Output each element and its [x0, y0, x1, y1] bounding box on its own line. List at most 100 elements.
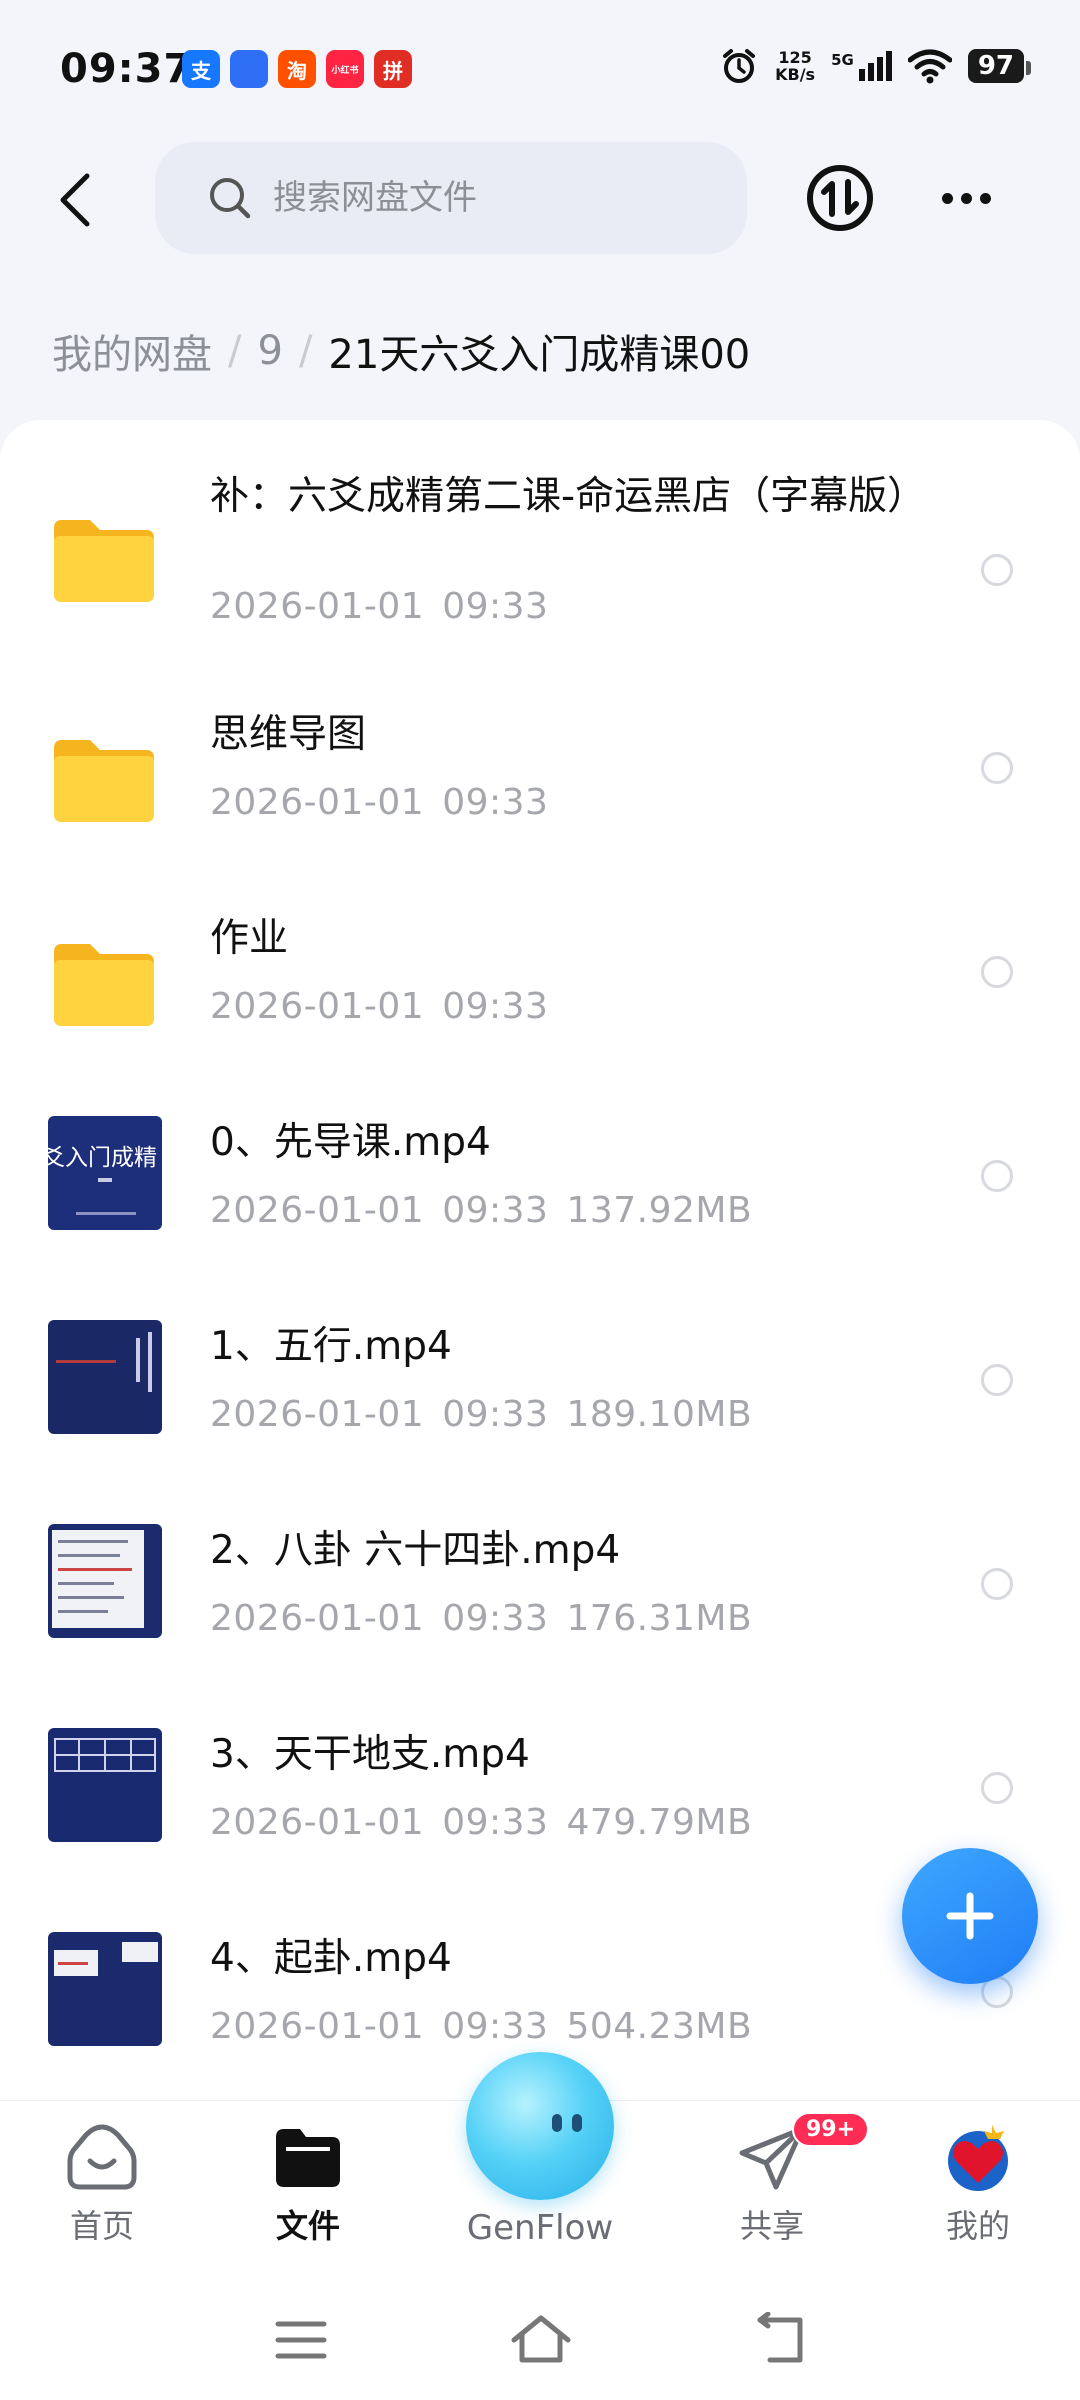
- file-date: 2026-01-01: [210, 1598, 425, 1639]
- file-row[interactable]: 2、八卦 六十四卦.mp4 2026-01-01 09:33 176.31MB: [0, 1524, 1080, 1676]
- nav-genflow-label[interactable]: GenFlow: [440, 2208, 640, 2248]
- folder-icon: [54, 520, 154, 602]
- select-checkbox[interactable]: [981, 1568, 1013, 1600]
- breadcrumb-separator: /: [228, 328, 242, 374]
- share-notification-badge: 99+: [792, 2112, 870, 2147]
- avatar: [948, 2125, 1008, 2191]
- status-indicators: 125 KB/s 5G 97: [719, 46, 1032, 86]
- file-meta: 2026-01-01 09:33: [210, 586, 566, 627]
- file-name: 3、天干地支.mp4: [210, 1732, 530, 1777]
- pinduoduo-icon: 拼: [374, 50, 412, 88]
- video-thumb: [48, 1320, 162, 1434]
- file-meta: 2026-01-01 09:33 504.23MB: [210, 2006, 770, 2047]
- genflow-eye-icon: [552, 2114, 562, 2132]
- status-time: 09:37: [60, 46, 193, 92]
- file-size: 137.92MB: [566, 1190, 753, 1231]
- file-time: 09:33: [442, 986, 549, 1027]
- select-checkbox[interactable]: [981, 956, 1013, 988]
- status-app-icons: 支 淘 小红书 拼: [182, 50, 412, 88]
- file-meta: 2026-01-01 09:33 176.31MB: [210, 1598, 770, 1639]
- more-dot-icon: [960, 192, 972, 204]
- select-checkbox[interactable]: [981, 554, 1013, 586]
- file-size: 176.31MB: [566, 1598, 753, 1639]
- xiaohongshu-icon: 小红书: [326, 50, 364, 88]
- file-date: 2026-01-01: [210, 1190, 425, 1231]
- file-time: 09:33: [442, 1598, 549, 1639]
- more-dot-icon: [941, 192, 953, 204]
- system-nav-bar: [0, 2280, 1080, 2400]
- recents-button[interactable]: [266, 2312, 336, 2368]
- cellular-signal-icon: 5G: [831, 51, 892, 81]
- system-back-button[interactable]: [746, 2311, 816, 2368]
- file-time: 09:33: [442, 782, 549, 823]
- video-thumbnail-image: [48, 1524, 162, 1638]
- back-icon: [757, 2311, 803, 2363]
- top-bar: [0, 140, 1080, 260]
- genflow-eye-icon: [572, 2114, 582, 2132]
- video-thumbnail-image: [48, 1932, 162, 2046]
- nav-mine[interactable]: 我的: [898, 2121, 1058, 2247]
- search-input[interactable]: [273, 178, 703, 218]
- file-date: 2026-01-01: [210, 586, 425, 627]
- file-size: 189.10MB: [566, 1394, 753, 1435]
- breadcrumb-current: 21天六爻入门成精课00: [328, 332, 751, 378]
- video-thumbnail-image: 爻入门成精: [48, 1116, 162, 1230]
- file-time: 09:33: [442, 1190, 549, 1231]
- folder-thumb: [48, 728, 162, 842]
- select-checkbox[interactable]: [981, 752, 1013, 784]
- file-meta: 2026-01-01 09:33: [210, 986, 566, 1027]
- file-meta: 2026-01-01 09:33 479.79MB: [210, 1802, 770, 1843]
- file-time: 09:33: [442, 2006, 549, 2047]
- folder-nav-icon: [276, 2129, 340, 2187]
- folder-thumb: [48, 508, 162, 622]
- breadcrumb: 我的网盘 / 9 / 21天六爻入门成精课00: [52, 322, 750, 380]
- status-bar: 09:37 支 淘 小红书 拼 125 KB/s 5G 97: [0, 0, 1080, 140]
- transfer-list-button[interactable]: [800, 158, 880, 238]
- file-date: 2026-01-01: [210, 1802, 425, 1843]
- file-row[interactable]: 思维导图 2026-01-01 09:33: [0, 710, 1080, 860]
- battery-indicator: 97: [967, 49, 1032, 83]
- file-row[interactable]: 1、五行.mp4 2026-01-01 09:33 189.10MB: [0, 1320, 1080, 1472]
- taobao-icon: 淘: [278, 50, 316, 88]
- file-name: 0、先导课.mp4: [210, 1120, 491, 1165]
- file-name: 2、八卦 六十四卦.mp4: [210, 1528, 621, 1573]
- file-row[interactable]: 作业 2026-01-01 09:33: [0, 914, 1080, 1064]
- alipay-icon: 支: [182, 50, 220, 88]
- file-row[interactable]: 爻入门成精 0、先导课.mp4 2026-01-01 09:33 137.92MB: [0, 1116, 1080, 1268]
- back-button[interactable]: [40, 162, 110, 238]
- file-meta: 2026-01-01 09:33 137.92MB: [210, 1190, 770, 1231]
- genflow-button[interactable]: [466, 2052, 614, 2200]
- file-date: 2026-01-01: [210, 1394, 425, 1435]
- system-home-button[interactable]: [506, 2312, 576, 2368]
- upload-download-icon: [807, 165, 873, 231]
- file-list: 补：六爻成精第二课-命运黑店（字幕版） 2026-01-01 09:33 思维导图…: [0, 420, 1080, 2100]
- file-size: 504.23MB: [566, 2006, 753, 2047]
- search-bar[interactable]: [155, 142, 747, 254]
- file-name: 4、起卦.mp4: [210, 1936, 452, 1981]
- breadcrumb-item-folder[interactable]: 9: [257, 328, 282, 374]
- file-meta: 2026-01-01 09:33 189.10MB: [210, 1394, 770, 1435]
- select-checkbox[interactable]: [981, 1364, 1013, 1396]
- home-outline-icon: [511, 2315, 571, 2363]
- file-time: 09:33: [442, 586, 549, 627]
- thumb-caption: 爻入门成精: [48, 1145, 157, 1171]
- video-thumbnail-image: [48, 1320, 162, 1434]
- file-time: 09:33: [442, 1802, 549, 1843]
- file-meta: 2026-01-01 09:33: [210, 782, 566, 823]
- add-button[interactable]: [902, 1848, 1038, 1984]
- file-row[interactable]: 3、天干地支.mp4 2026-01-01 09:33 479.79MB: [0, 1728, 1080, 1880]
- folder-thumb: [48, 932, 162, 1046]
- file-name: 补：六爻成精第二课-命运黑店（字幕版）: [210, 474, 927, 519]
- nav-home[interactable]: 首页: [22, 2121, 182, 2247]
- baidu-icon: [230, 50, 268, 88]
- file-date: 2026-01-01: [210, 782, 425, 823]
- folder-icon: [54, 944, 154, 1026]
- select-checkbox[interactable]: [981, 1772, 1013, 1804]
- breadcrumb-item-root[interactable]: 我的网盘: [52, 322, 212, 380]
- back-arrow-icon: [60, 173, 90, 227]
- more-options-button[interactable]: [928, 166, 1004, 230]
- file-row[interactable]: 补：六爻成精第二课-命运黑店（字幕版） 2026-01-01 09:33: [0, 460, 1080, 650]
- more-dot-icon: [979, 192, 991, 204]
- nav-files[interactable]: 文件: [228, 2121, 388, 2247]
- select-checkbox[interactable]: [981, 1160, 1013, 1192]
